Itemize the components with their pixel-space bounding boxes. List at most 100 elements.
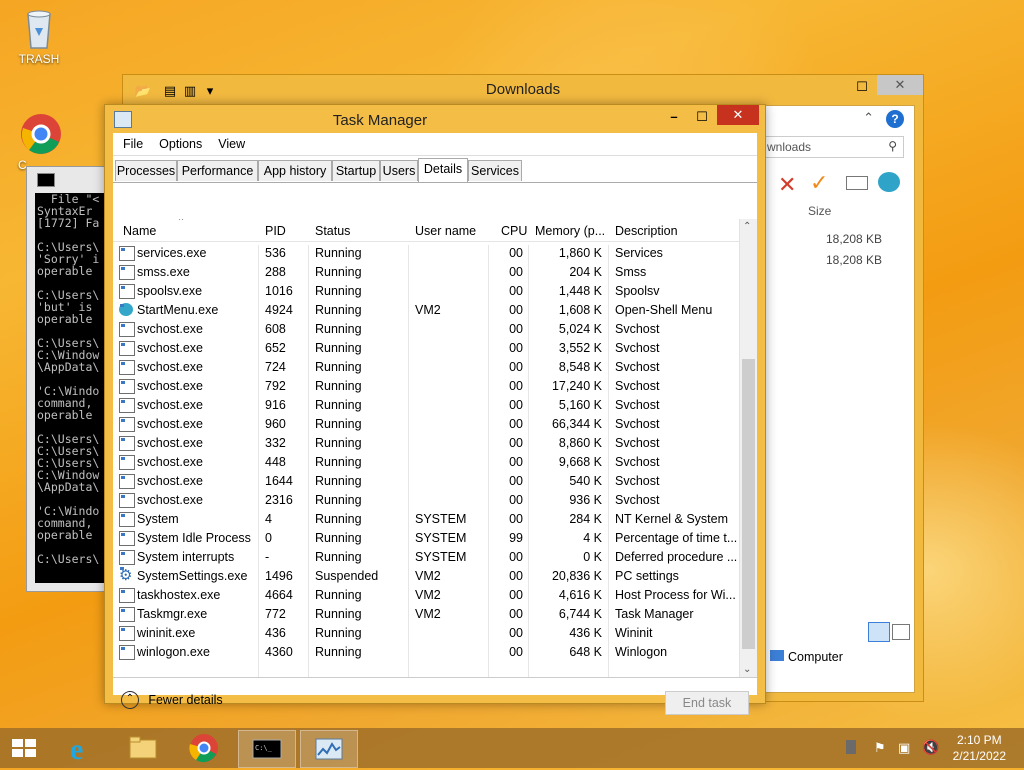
table-row[interactable]: svchost.exe 916 Running 00 5,160 K Svchost bbox=[113, 396, 757, 415]
cell-status: Running bbox=[315, 360, 362, 374]
system-clock[interactable]: 2:10 PM 2/21/2022 bbox=[953, 732, 1006, 764]
table-row[interactable]: Taskmgr.exe 772 Running VM2 00 6,744 K Task Ma… bbox=[113, 605, 757, 624]
process-icon bbox=[119, 417, 135, 432]
console-output[interactable]: File "< SyntaxEr [1772] Fa C:\Users\ 'So… bbox=[35, 193, 113, 583]
fewer-details-button[interactable]: ⌃ Fewer details bbox=[121, 691, 223, 709]
computer-icon bbox=[770, 650, 784, 661]
cell-cpu: 00 bbox=[509, 284, 523, 298]
cell-cpu: 00 bbox=[509, 550, 523, 564]
table-row[interactable]: svchost.exe 1644 Running 00 540 K Svchost bbox=[113, 472, 757, 491]
cell-pid: 288 bbox=[265, 265, 286, 279]
desktop-icon-chrome[interactable]: C bbox=[4, 112, 74, 172]
taskbar-file-explorer[interactable] bbox=[114, 730, 170, 766]
cell-name: svchost.exe bbox=[137, 322, 204, 336]
network-icon[interactable]: ▣ bbox=[898, 740, 910, 756]
cell-memory: 66,344 K bbox=[551, 417, 602, 431]
size-column-header[interactable]: Size bbox=[808, 204, 831, 218]
menu-view[interactable]: View bbox=[210, 137, 253, 151]
column-header-cpu[interactable]: CPU bbox=[501, 224, 527, 238]
taskbar-task-manager[interactable] bbox=[300, 730, 358, 768]
table-row[interactable]: services.exe 536 Running 00 1,860 K Services bbox=[113, 244, 757, 263]
maximize-icon[interactable]: ☐ bbox=[849, 77, 875, 97]
scrollbar-thumb[interactable] bbox=[742, 359, 755, 649]
details-view-icon[interactable] bbox=[868, 622, 890, 642]
table-row[interactable]: spoolsv.exe 1016 Running 00 1,448 K Spoolsv bbox=[113, 282, 757, 301]
checkmark-icon[interactable]: ✓ bbox=[810, 170, 828, 196]
table-row[interactable]: StartMenu.exe 4924 Running VM2 00 1,608 K Open… bbox=[113, 301, 757, 320]
column-header-user-name[interactable]: User name bbox=[415, 224, 476, 238]
globe-icon[interactable] bbox=[878, 172, 900, 192]
tab-performance[interactable]: Performance bbox=[177, 160, 258, 181]
tab-details[interactable]: Details bbox=[418, 158, 468, 182]
table-row[interactable]: ⚙ SystemSettings.exe 1496 Suspended VM2 00 20,… bbox=[113, 567, 757, 586]
table-row[interactable]: wininit.exe 436 Running 00 436 K Wininit bbox=[113, 624, 757, 643]
window-titlebar[interactable]: 📂 ▤ ▥ ▾ Downloads ☐ ✕ bbox=[123, 75, 923, 105]
close-icon[interactable]: ✕ bbox=[717, 105, 759, 125]
volume-muted-icon[interactable]: 🔇 bbox=[922, 739, 939, 756]
vertical-scrollbar[interactable]: ⌃ ⌄ bbox=[739, 219, 757, 677]
process-icon bbox=[119, 588, 135, 603]
desktop-icon-trash[interactable]: TRASH bbox=[4, 6, 74, 66]
column-header-name[interactable]: Name bbox=[123, 224, 156, 238]
search-input[interactable]: wnloads ⚲ bbox=[762, 136, 904, 158]
cell-pid: - bbox=[265, 550, 270, 564]
table-row[interactable]: svchost.exe 332 Running 00 8,860 K Svchost bbox=[113, 434, 757, 453]
column-header-pid[interactable]: PID bbox=[265, 224, 286, 238]
cell-cpu: 00 bbox=[509, 474, 523, 488]
table-row[interactable]: winlogon.exe 4360 Running 00 648 K Winlogon bbox=[113, 643, 757, 662]
tab-users[interactable]: Users bbox=[380, 160, 418, 181]
taskbar-command-prompt[interactable]: C:\_ bbox=[238, 730, 296, 768]
column-header-memory[interactable]: Memory (p... bbox=[535, 224, 605, 238]
column-header-status[interactable]: Status bbox=[315, 224, 350, 238]
table-row[interactable]: svchost.exe 724 Running 00 8,548 K Svchost bbox=[113, 358, 757, 377]
cell-cpu: 99 bbox=[509, 531, 523, 545]
tab-app-history[interactable]: App history bbox=[258, 160, 332, 181]
table-row[interactable]: svchost.exe 448 Running 00 9,668 K Svchost bbox=[113, 453, 757, 472]
minimize-icon[interactable]: – bbox=[661, 107, 687, 127]
file-size: 18,208 KB bbox=[826, 253, 883, 267]
process-icon bbox=[119, 360, 135, 375]
cell-pid: 1644 bbox=[265, 474, 293, 488]
cell-description: Svchost bbox=[615, 379, 660, 393]
notification-flag-icon[interactable] bbox=[846, 740, 856, 754]
table-row[interactable]: taskhostex.exe 4664 Running VM2 00 4,616 K Hos… bbox=[113, 586, 757, 605]
collapse-ribbon-icon[interactable]: ⌃ bbox=[863, 110, 874, 126]
taskbar-internet-explorer[interactable]: e bbox=[54, 730, 110, 766]
cell-name: spoolsv.exe bbox=[137, 284, 203, 298]
cell-user-name: VM2 bbox=[415, 569, 441, 583]
action-center-icon[interactable]: ⚑ bbox=[874, 740, 886, 756]
column-header-description[interactable]: Description bbox=[615, 224, 678, 238]
table-row[interactable]: svchost.exe 2316 Running 00 936 K Svchost bbox=[113, 491, 757, 510]
tab-services[interactable]: Services bbox=[468, 160, 522, 181]
table-row[interactable]: System Idle Process 0 Running SYSTEM 99 4 K Pe… bbox=[113, 529, 757, 548]
start-button[interactable] bbox=[0, 730, 48, 766]
scroll-up-icon[interactable]: ⌃ bbox=[743, 221, 751, 232]
delete-icon[interactable]: ✕ bbox=[778, 172, 796, 198]
table-row[interactable]: svchost.exe 960 Running 00 66,344 K Svchost bbox=[113, 415, 757, 434]
close-icon[interactable]: ✕ bbox=[877, 75, 923, 95]
large-icons-view-icon[interactable] bbox=[892, 624, 910, 640]
cell-memory: 4,616 K bbox=[558, 588, 602, 602]
table-row[interactable]: System 4 Running SYSTEM 00 284 K NT Kernel & S… bbox=[113, 510, 757, 529]
cell-name: winlogon.exe bbox=[137, 645, 210, 659]
rename-icon[interactable] bbox=[846, 176, 868, 190]
tab-startup[interactable]: Startup bbox=[332, 160, 380, 181]
table-row[interactable]: smss.exe 288 Running 00 204 K Smss bbox=[113, 263, 757, 282]
menu-options[interactable]: Options bbox=[151, 137, 210, 151]
table-row[interactable]: svchost.exe 792 Running 00 17,240 K Svchost bbox=[113, 377, 757, 396]
taskbar-chrome[interactable] bbox=[176, 730, 232, 766]
nav-item-computer[interactable]: Computer bbox=[770, 650, 843, 664]
cell-cpu: 00 bbox=[509, 246, 523, 260]
window-titlebar[interactable] bbox=[27, 167, 113, 191]
end-task-button[interactable]: End task bbox=[665, 691, 749, 715]
window-titlebar[interactable]: Task Manager – ☐ ✕ bbox=[105, 105, 765, 133]
menu-file[interactable]: File bbox=[115, 137, 151, 151]
tab-processes[interactable]: Processes bbox=[115, 160, 177, 181]
table-row[interactable]: svchost.exe 608 Running 00 5,024 K Svchost bbox=[113, 320, 757, 339]
help-icon[interactable]: ? bbox=[886, 110, 904, 128]
sort-ascending-icon: ^ bbox=[179, 219, 184, 225]
maximize-icon[interactable]: ☐ bbox=[689, 107, 715, 127]
table-row[interactable]: svchost.exe 652 Running 00 3,552 K Svchost bbox=[113, 339, 757, 358]
table-row[interactable]: System interrupts - Running SYSTEM 00 0 K Defe… bbox=[113, 548, 757, 567]
scroll-down-icon[interactable]: ⌄ bbox=[743, 664, 751, 675]
